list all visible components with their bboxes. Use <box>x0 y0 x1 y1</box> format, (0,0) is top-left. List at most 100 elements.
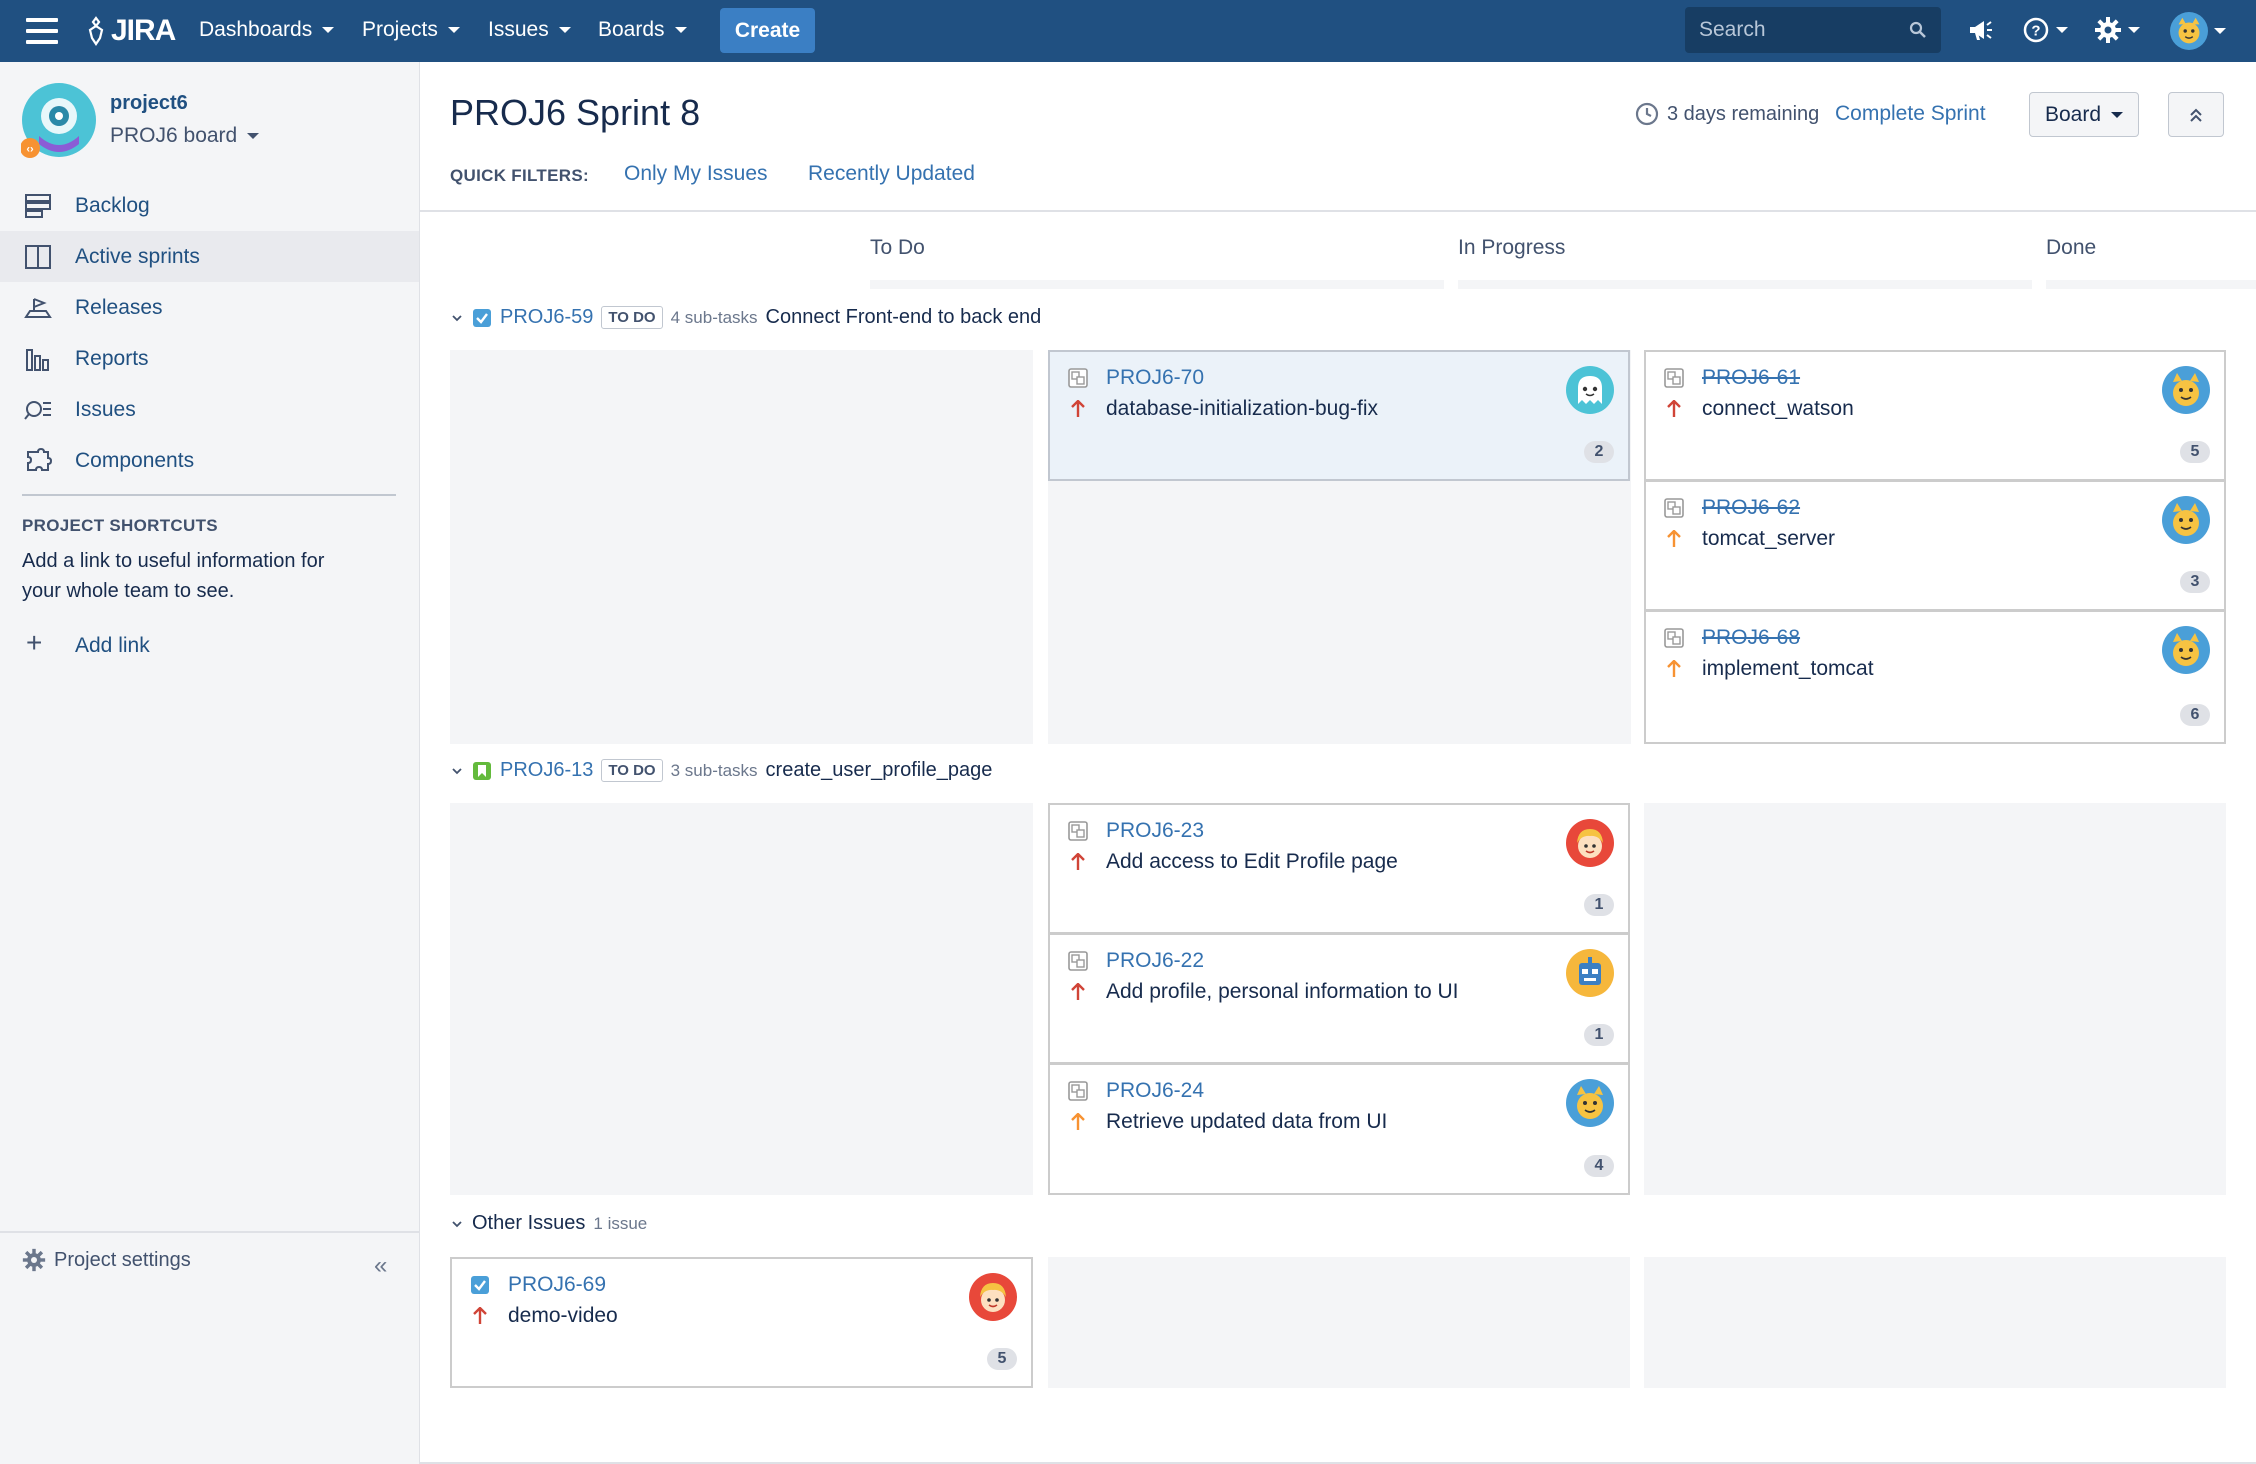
swimlane-header-other[interactable]: Other Issues 1 issue <box>450 1212 647 1235</box>
components-icon <box>27 448 52 471</box>
complete-sprint-link[interactable]: Complete Sprint <box>1835 102 1986 126</box>
issue-key[interactable]: PROJ6-23 <box>1106 819 1204 843</box>
issue-key[interactable]: PROJ6-62 <box>1702 496 1800 520</box>
assignee-avatar[interactable] <box>2162 366 2210 414</box>
sidebar-item-reports[interactable]: Reports <box>0 333 419 384</box>
issue-summary: implement_tomcat <box>1702 657 1874 680</box>
svg-text:?: ? <box>2031 23 2040 40</box>
chevron-down-icon <box>2214 28 2226 34</box>
swimlane-header[interactable]: PROJ6-59 TO DO 4 sub-tasks Connect Front… <box>450 306 1041 329</box>
estimate-badge: 1 <box>1584 1024 1614 1046</box>
create-button[interactable]: Create <box>720 8 815 53</box>
issue-summary: Add profile, personal information to UI <box>1106 980 1459 1003</box>
nav-dashboards[interactable]: Dashboards <box>199 18 335 42</box>
chevron-down-icon <box>2056 27 2068 33</box>
issue-summary: database-initialization-bug-fix <box>1106 397 1378 420</box>
issue-card[interactable]: PROJ6-69 demo-video 5 <box>450 1257 1033 1388</box>
chevron-down-icon[interactable] <box>450 1217 464 1231</box>
sidebar-item-label: Releases <box>75 295 163 319</box>
project-avatar[interactable]: ‹› <box>21 82 97 158</box>
main-content: PROJ6 Sprint 8 3 days remaining Complete… <box>420 62 2256 1464</box>
assignee-avatar[interactable] <box>2162 496 2210 544</box>
priority-high-icon <box>1667 400 1681 417</box>
menu-icon[interactable] <box>26 18 58 44</box>
settings-menu[interactable] <box>2094 16 2140 44</box>
jira-logo[interactable]: JIRA <box>84 13 176 49</box>
help-menu[interactable]: ? <box>2022 16 2068 44</box>
user-menu[interactable] <box>2170 12 2226 50</box>
sidebar-item-active-sprints[interactable]: Active sprints <box>0 231 419 282</box>
issue-card[interactable]: PROJ6-68 implement_tomcat 6 <box>1644 610 2226 744</box>
assignee-avatar[interactable] <box>1566 949 1614 997</box>
issue-card[interactable]: PROJ6-62 tomcat_server 3 <box>1644 480 2226 611</box>
issue-summary: connect_watson <box>1702 397 1854 420</box>
chevron-down-icon <box>558 27 571 33</box>
assignee-avatar[interactable] <box>969 1273 1017 1321</box>
assignee-avatar[interactable] <box>1566 819 1614 867</box>
chevron-down-icon[interactable] <box>450 311 464 325</box>
swimlane-key[interactable]: PROJ6-59 <box>500 306 593 329</box>
nav-issues[interactable]: Issues <box>488 18 571 42</box>
board-selector-label: PROJ6 board <box>110 124 238 147</box>
quick-filter-only-my-issues[interactable]: Only My Issues <box>624 162 768 186</box>
swimlane-header[interactable]: PROJ6-13 TO DO 3 sub-tasks create_user_p… <box>450 759 992 782</box>
priority-high-icon <box>1071 400 1085 417</box>
issue-card[interactable]: PROJ6-23 Add access to Edit Profile page… <box>1048 803 1630 934</box>
column-header-done: Done <box>2046 236 2097 259</box>
reports-icon <box>26 349 49 371</box>
notifications-icon[interactable] <box>1966 16 1994 44</box>
quick-filter-recently-updated[interactable]: Recently Updated <box>808 162 975 186</box>
search-input[interactable]: Search <box>1685 7 1941 53</box>
issue-key[interactable]: PROJ6-68 <box>1702 626 1800 650</box>
board-menu-button[interactable]: Board <box>2029 92 2139 137</box>
issue-key[interactable]: PROJ6-22 <box>1106 949 1204 973</box>
sidebar-divider <box>22 494 396 496</box>
priority-high-icon <box>473 1307 487 1324</box>
nav-boards[interactable]: Boards <box>598 18 687 42</box>
sidebar-item-components[interactable]: Components <box>0 435 419 486</box>
sidebar-item-label: Reports <box>75 346 149 370</box>
sidebar-item-label: Issues <box>75 397 136 421</box>
cell-todo <box>450 803 1033 1195</box>
sidebar-item-releases[interactable]: Releases <box>0 282 419 333</box>
issue-card[interactable]: PROJ6-22 Add profile, personal informati… <box>1048 933 1630 1064</box>
issue-card[interactable]: PROJ6-24 Retrieve updated data from UI 4 <box>1048 1063 1630 1195</box>
assignee-avatar[interactable] <box>1566 366 1614 414</box>
clock-icon <box>1635 102 1659 126</box>
board-button-label: Board <box>2044 102 2102 126</box>
project-name[interactable]: project6 <box>110 92 188 115</box>
subtask-icon <box>1664 368 1684 388</box>
issue-count: 1 issue <box>593 1213 648 1233</box>
issue-card[interactable]: PROJ6-61 connect_watson 5 <box>1644 350 2226 481</box>
swimlane-key[interactable]: PROJ6-13 <box>500 759 593 782</box>
collapse-sidebar-icon[interactable]: « <box>374 1252 387 1280</box>
sidebar-item-label: Active sprints <box>75 244 200 268</box>
page-title: PROJ6 Sprint 8 <box>450 92 701 133</box>
subtask-icon <box>1068 368 1088 388</box>
chevron-down-icon[interactable] <box>450 764 464 778</box>
cell-todo <box>450 350 1033 744</box>
issue-key[interactable]: PROJ6-69 <box>508 1273 606 1297</box>
estimate-badge: 6 <box>2180 704 2210 726</box>
jira-logo-icon <box>88 16 104 46</box>
search-placeholder: Search <box>1699 18 1766 41</box>
assignee-avatar[interactable] <box>1566 1079 1614 1127</box>
sidebar-item-issues[interactable]: Issues <box>0 384 419 435</box>
board-selector[interactable]: PROJ6 board <box>110 124 260 148</box>
chevron-down-icon <box>322 27 335 33</box>
user-avatar-icon <box>2170 12 2208 50</box>
nav-projects[interactable]: Projects <box>362 18 460 42</box>
sidebar-item-backlog[interactable]: Backlog <box>0 180 419 231</box>
toggle-header-button[interactable] <box>2168 92 2224 137</box>
nav-boards-label: Boards <box>598 18 665 41</box>
issue-key[interactable]: PROJ6-61 <box>1702 366 1800 390</box>
column-bar-in-progress <box>1458 280 2032 289</box>
project-settings-link[interactable]: Project settings <box>22 1248 191 1272</box>
issue-key[interactable]: PROJ6-24 <box>1106 1079 1204 1103</box>
column-bar-todo <box>870 280 1444 289</box>
add-link-button[interactable]: + Add link <box>0 622 419 666</box>
priority-medium-icon <box>1667 660 1681 677</box>
issue-card[interactable]: PROJ6-70 database-initialization-bug-fix… <box>1048 350 1630 481</box>
issue-key[interactable]: PROJ6-70 <box>1106 366 1204 390</box>
assignee-avatar[interactable] <box>2162 626 2210 674</box>
